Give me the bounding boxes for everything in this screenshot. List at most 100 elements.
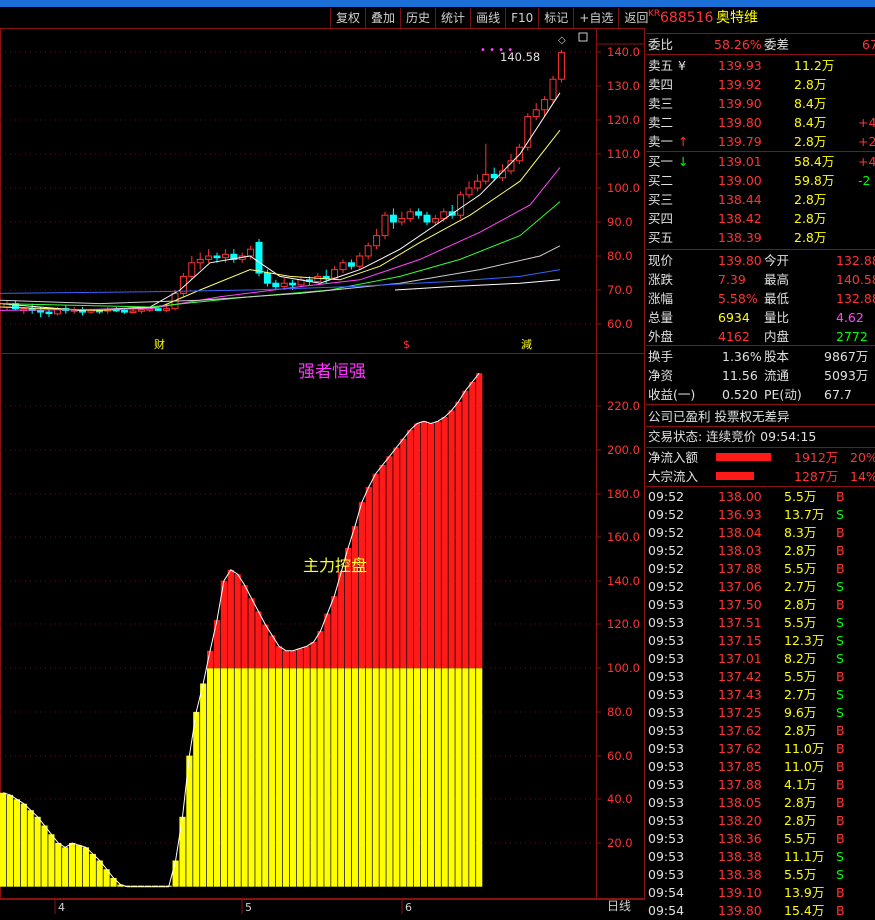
- tick-row[interactable]: 09:54 139.80 15.4万 B: [646, 902, 875, 920]
- tick-row[interactable]: 09:52 137.06 2.7万 S: [646, 578, 875, 596]
- tick-row[interactable]: 09:53 137.85 11.0万 B: [646, 758, 875, 776]
- candle-body: [389, 214, 397, 223]
- tick-row[interactable]: 09:52 138.00 5.5万 B: [646, 488, 875, 506]
- toolbar-button-3[interactable]: 统计: [435, 8, 470, 28]
- tick-volume: 2.7万: [784, 687, 817, 702]
- flow-bar: [716, 453, 771, 461]
- price-axis-label-8: 60.0: [607, 317, 633, 331]
- tick-row[interactable]: 09:53 138.38 5.5万 S: [646, 866, 875, 884]
- bids-row[interactable]: 买五 138.39 2.8万: [646, 228, 875, 247]
- tick-row[interactable]: 09:53 138.36 5.5万 B: [646, 830, 875, 848]
- tick-side: S: [836, 849, 844, 864]
- quote-row: 外盘 4162 内盘 2772: [646, 327, 875, 346]
- asks-row[interactable]: 卖三 139.90 8.4万: [646, 94, 875, 113]
- tick-row[interactable]: 09:53 138.20 2.8万 B: [646, 812, 875, 830]
- toolbar-button-4[interactable]: 画线: [470, 8, 505, 28]
- toolbar-button-6[interactable]: 标记: [538, 8, 573, 28]
- asks-row[interactable]: 卖四 139.92 2.8万: [646, 75, 875, 94]
- quote-row: 总量 6934 量比 4.62: [646, 308, 875, 327]
- tick-row[interactable]: 09:53 137.42 5.5万 B: [646, 668, 875, 686]
- tick-time: 09:53: [648, 615, 685, 630]
- fund-value: 1.36%: [722, 349, 762, 364]
- tick-time: 09:53: [648, 723, 685, 738]
- bids-row[interactable]: 买一 ↓ 139.01 58.4万 +42: [646, 152, 875, 171]
- candle-body: [221, 253, 229, 259]
- bids-row[interactable]: 买四 138.42 2.8万: [646, 209, 875, 228]
- asks-mark: ¥: [678, 58, 686, 73]
- indicator-bar-red: [262, 624, 269, 669]
- tick-price: 137.15: [718, 633, 762, 648]
- tick-time: 09:53: [648, 669, 685, 684]
- bids-volume: 2.8万: [794, 192, 827, 207]
- asks-row[interactable]: 卖二 139.80 8.4万 +4: [646, 113, 875, 132]
- asks-change: +4: [858, 115, 875, 130]
- tick-row[interactable]: 09:52 137.88 5.5万 B: [646, 560, 875, 578]
- stock-badge: KR: [648, 9, 661, 19]
- tick-row[interactable]: 09:53 137.01 8.2万 S: [646, 650, 875, 668]
- asks-row[interactable]: 卖一 ↑ 139.79 2.8万 +2: [646, 132, 875, 151]
- tick-row[interactable]: 09:52 136.93 13.7万 S: [646, 506, 875, 524]
- tick-volume: 2.8万: [784, 813, 817, 828]
- chart-canvas[interactable]: 140.0 130.0 120.0 110.0 100.0 90.0 80.0 70.0 60.…: [0, 7, 645, 914]
- tick-row[interactable]: 09:53 137.88 4.1万 B: [646, 776, 875, 794]
- toolbar-button-2[interactable]: 历史: [400, 8, 435, 28]
- candle-body: [373, 235, 381, 247]
- company-notice: 公司已盈利 投票权无差异: [648, 409, 790, 424]
- tick-row[interactable]: 09:52 138.03 2.8万 B: [646, 542, 875, 560]
- bids-row[interactable]: 买三 138.44 2.8万: [646, 190, 875, 209]
- quote-row: 涨跌 7.39 最高 140.58: [646, 270, 875, 289]
- indicator-bar-red: [441, 416, 448, 669]
- indicator-bar-red: [213, 620, 221, 669]
- indicator-bar-red: [420, 421, 428, 669]
- toolbar-button-7[interactable]: +自选: [573, 8, 618, 28]
- tick-time: 09:53: [648, 759, 685, 774]
- indicator-axis-label-10: 20.0: [607, 836, 633, 850]
- bids-label: 买五: [648, 230, 674, 245]
- tick-row[interactable]: 09:53 138.05 2.8万 B: [646, 794, 875, 812]
- tick-row[interactable]: 09:53 137.51 5.5万 S: [646, 614, 875, 632]
- tick-row[interactable]: 09:53 137.15 12.3万 S: [646, 632, 875, 650]
- tick-price: 138.38: [718, 867, 762, 882]
- tick-row[interactable]: 09:53 138.38 11.1万 S: [646, 848, 875, 866]
- candle-body: [423, 214, 431, 223]
- tick-side: S: [836, 705, 844, 720]
- candle-body: [381, 214, 389, 237]
- tick-volume: 13.7万: [784, 507, 825, 522]
- ma30-line: [0, 201, 561, 308]
- tick-row[interactable]: 09:54 139.10 13.9万 B: [646, 884, 875, 902]
- tick-row[interactable]: 09:52 138.04 8.3万 B: [646, 524, 875, 542]
- tick-row[interactable]: 09:53 137.62 11.0万 B: [646, 740, 875, 758]
- tick-price: 137.06: [718, 579, 762, 594]
- candle-body: [465, 187, 473, 196]
- indicator-bar-yellow: [296, 668, 303, 887]
- candle-body: [213, 255, 221, 259]
- toolbar-button-0[interactable]: 复权: [330, 8, 365, 28]
- candle-body: [280, 282, 288, 288]
- price-axis-label-0: 140.0: [607, 45, 640, 59]
- ma250-line: [394, 279, 561, 291]
- indicator-bar-yellow: [400, 668, 407, 887]
- candle-body: [473, 180, 481, 189]
- indicator-bar-yellow: [345, 668, 352, 887]
- quote-value: 139.80: [718, 253, 762, 268]
- tick-volume: 8.3万: [784, 525, 817, 540]
- tick-row[interactable]: 09:53 137.50 2.8万 B: [646, 596, 875, 614]
- indicator-bar-yellow: [420, 668, 428, 887]
- indicator-bar-yellow: [407, 668, 414, 887]
- candle-body: [406, 211, 414, 220]
- tick-row[interactable]: 09:53 137.43 2.7万 S: [646, 686, 875, 704]
- asks-label: 卖二: [648, 115, 674, 130]
- quote-label-2: 量比: [764, 310, 790, 325]
- tick-row[interactable]: 09:53 137.62 2.8万 B: [646, 722, 875, 740]
- toolbar-button-1[interactable]: 叠加: [365, 8, 400, 28]
- asks-row[interactable]: 卖五 ¥ 139.93 11.2万: [646, 56, 875, 75]
- toolbar-button-5[interactable]: F10: [505, 8, 538, 28]
- tick-row[interactable]: 09:53 137.25 9.6万 S: [646, 704, 875, 722]
- chart-area: 140.0 130.0 120.0 110.0 100.0 90.0 80.0 70.0 60.…: [0, 7, 645, 914]
- indicator-bar-yellow: [13, 799, 20, 887]
- tick-volume: 5.5万: [784, 615, 817, 630]
- tick-volume: 9.6万: [784, 705, 817, 720]
- tick-volume: 15.4万: [784, 903, 825, 918]
- window-icon: [578, 32, 588, 42]
- bids-row[interactable]: 买二 139.00 59.8万 -2: [646, 171, 875, 190]
